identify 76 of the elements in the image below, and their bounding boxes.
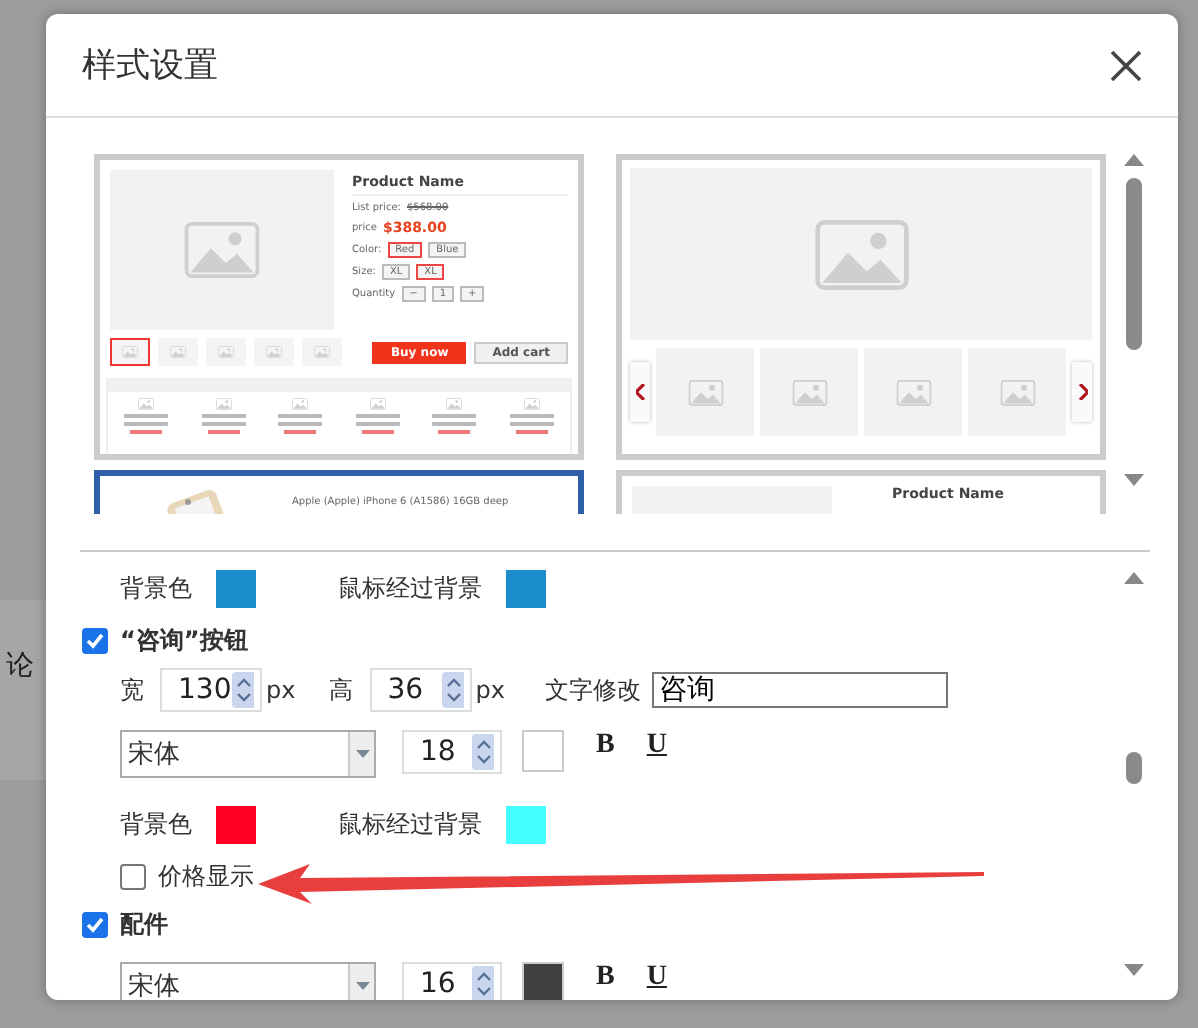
image-icon xyxy=(687,379,723,405)
image-icon xyxy=(122,346,138,358)
checkbox[interactable] xyxy=(82,911,108,937)
number-field[interactable]: 130 xyxy=(160,668,262,712)
underline-button[interactable]: U xyxy=(646,962,667,994)
image-icon xyxy=(791,379,827,405)
section-label: “咨询”按钮 xyxy=(120,623,248,657)
thumbnail[interactable] xyxy=(254,338,294,366)
color-label: 鼠标经过背景 xyxy=(338,807,482,841)
image-icon xyxy=(218,346,234,358)
number-field[interactable]: 18 xyxy=(402,730,502,774)
image-icon xyxy=(215,398,232,410)
scrollbar-thumb[interactable] xyxy=(1126,752,1142,784)
close-icon[interactable] xyxy=(1110,49,1142,81)
color-swatch[interactable] xyxy=(216,805,256,843)
thumbnail[interactable] xyxy=(656,348,754,436)
color-label: 背景色 xyxy=(120,807,192,841)
chevron-left-icon xyxy=(635,384,645,400)
image-icon xyxy=(292,398,309,410)
previous-button[interactable] xyxy=(630,362,650,422)
color-swatch[interactable] xyxy=(522,962,564,1000)
color-swatch[interactable] xyxy=(506,569,546,607)
scroll-down-icon[interactable] xyxy=(1124,474,1144,486)
image-icon xyxy=(446,398,463,410)
font-select[interactable]: 宋体 xyxy=(120,730,376,778)
height-label: 高 xyxy=(329,673,354,707)
number-field[interactable]: 36 xyxy=(369,668,472,712)
thumbnail[interactable] xyxy=(302,338,342,366)
image-icon xyxy=(314,346,330,358)
text-field[interactable]: 咨询 xyxy=(652,672,949,708)
thumbnail[interactable] xyxy=(158,338,198,366)
number-field[interactable]: 16 xyxy=(402,962,502,1000)
scrollbar-thumb[interactable] xyxy=(1126,178,1142,350)
chevron-right-icon xyxy=(1077,384,1087,400)
text-label: 文字修改 xyxy=(544,673,641,707)
thumbnail[interactable] xyxy=(110,338,150,366)
color-label: 背景色 xyxy=(120,571,192,605)
image-icon xyxy=(170,346,186,358)
image-icon xyxy=(813,219,909,289)
color-label: 鼠标经过背景 xyxy=(338,571,482,605)
image-icon xyxy=(999,379,1035,405)
image-icon xyxy=(523,398,540,410)
checkbox[interactable] xyxy=(82,627,108,653)
image-icon xyxy=(266,346,282,358)
thumbnail[interactable] xyxy=(760,348,858,436)
width-label: 宽 xyxy=(120,673,144,707)
thumbnail[interactable] xyxy=(206,338,246,366)
scroll-up-icon[interactable] xyxy=(1124,572,1144,584)
caret-icon xyxy=(355,750,369,758)
dialog-title: 样式设置 xyxy=(82,44,218,88)
background-text: 论 xyxy=(6,650,34,682)
caret-icon xyxy=(355,982,369,990)
color-swatch[interactable] xyxy=(216,569,256,607)
scroll-up-icon[interactable] xyxy=(1124,154,1144,166)
scroll-down-icon[interactable] xyxy=(1124,964,1144,976)
stepper-icon[interactable] xyxy=(232,672,254,708)
color-swatch[interactable] xyxy=(522,730,564,772)
image-icon xyxy=(369,398,386,410)
underline-button[interactable]: U xyxy=(646,730,667,762)
checkbox[interactable] xyxy=(120,863,146,889)
stepper-icon[interactable] xyxy=(472,966,494,1000)
stepper-icon[interactable] xyxy=(441,672,464,708)
image-icon xyxy=(895,379,931,405)
section-label: 配件 xyxy=(120,907,168,941)
thumbnail[interactable] xyxy=(968,348,1066,436)
unit-label: px xyxy=(266,676,296,704)
stepper-icon[interactable] xyxy=(472,734,494,770)
thumbnail[interactable] xyxy=(864,348,962,436)
font-select[interactable]: 宋体 xyxy=(120,962,376,1000)
next-button[interactable] xyxy=(1072,362,1092,422)
bold-button[interactable]: B xyxy=(596,962,615,994)
image-icon xyxy=(138,398,155,410)
unit-label: px xyxy=(475,676,505,704)
bold-button[interactable]: B xyxy=(596,730,615,762)
option-label: 价格显示 xyxy=(158,859,254,893)
image-icon xyxy=(184,222,260,278)
